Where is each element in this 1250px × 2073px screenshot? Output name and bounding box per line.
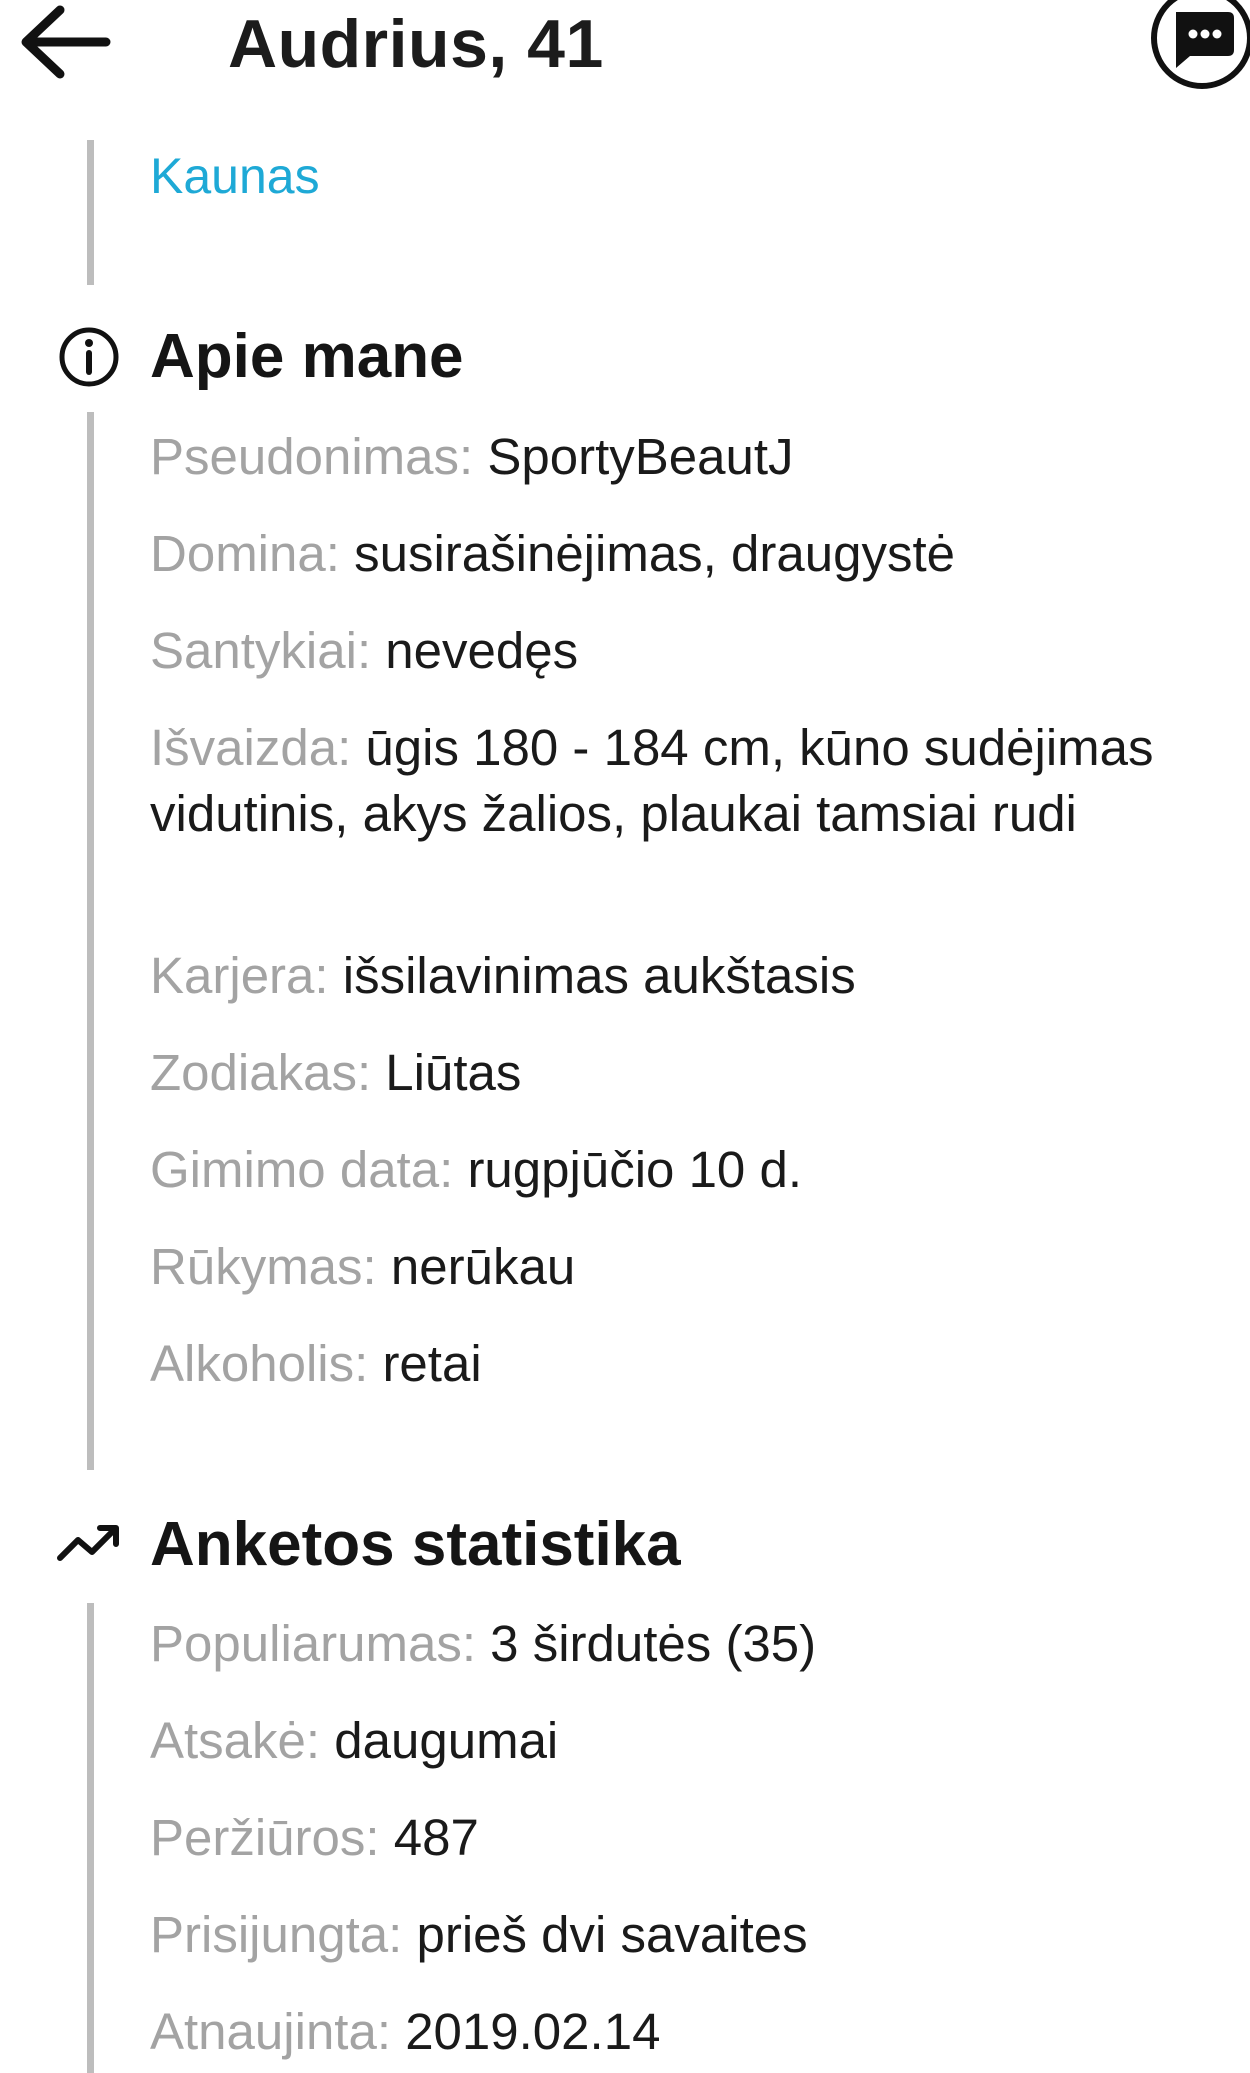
back-button[interactable]	[14, 2, 114, 82]
info-value: susirašinėjimas, draugystė	[354, 525, 955, 582]
chat-button[interactable]	[1140, 0, 1250, 100]
info-value: Liūtas	[385, 1044, 522, 1101]
info-label: Išvaizda:	[150, 719, 352, 776]
info-label: Rūkymas:	[150, 1238, 377, 1295]
timeline-line	[87, 140, 94, 285]
stat-label: Atsakė:	[150, 1712, 321, 1769]
info-label: Gimimo data:	[150, 1141, 454, 1198]
stat-value: prieš dvi savaites	[416, 1906, 808, 1963]
info-label: Domina:	[150, 525, 340, 582]
info-label: Zodiakas:	[150, 1044, 372, 1101]
info-row-smoking: Rūkymas: nerūkau	[150, 1234, 1210, 1300]
info-row-zodiac: Zodiakas: Liūtas	[150, 1040, 1210, 1106]
stat-row-last-online: Prisijungta: prieš dvi savaites	[150, 1902, 1210, 1968]
section-title: Anketos statistika	[150, 1510, 681, 1579]
page-title: Audrius, 41	[228, 6, 604, 82]
section-title: Apie mane	[150, 322, 464, 391]
stat-label: Atnaujinta:	[150, 2003, 392, 2060]
info-row-interests: Domina: susirašinėjimas, draugystė	[150, 521, 1210, 587]
stat-value: 2019.02.14	[405, 2003, 661, 2060]
info-row-pseudonym: Pseudonimas: SportyBeautJ	[150, 424, 1210, 490]
stat-label: Populiarumas:	[150, 1615, 476, 1672]
info-row-birthdate: Gimimo data: rugpjūčio 10 d.	[150, 1137, 1210, 1203]
stat-row-popularity: Populiarumas: 3 širdutės (35)	[150, 1611, 1210, 1677]
info-icon	[59, 327, 119, 387]
info-row-relationship: Santykiai: nevedęs	[150, 618, 1210, 684]
chat-bubble-icon	[1151, 0, 1250, 89]
trending-up-icon	[57, 1525, 119, 1561]
info-label: Alkoholis:	[150, 1335, 369, 1392]
app-header: Audrius, 41	[0, 0, 1250, 100]
info-value: nevedęs	[385, 622, 579, 679]
stat-row-views: Peržiūros: 487	[150, 1805, 1210, 1871]
info-value: išsilavinimas aukštasis	[342, 947, 856, 1004]
info-row-alcohol: Alkoholis: retai	[150, 1331, 1210, 1397]
info-value: retai	[382, 1335, 482, 1392]
info-value: rugpjūčio 10 d.	[467, 1141, 803, 1198]
info-value: SportyBeautJ	[487, 428, 794, 485]
stat-label: Peržiūros:	[150, 1809, 380, 1866]
stat-row-replied: Atsakė: daugumai	[150, 1708, 1210, 1774]
info-label: Karjera:	[150, 947, 329, 1004]
info-row-appearance: Išvaizda: ūgis 180 - 184 cm, kūno sudėji…	[150, 715, 1210, 847]
info-label: Pseudonimas:	[150, 428, 474, 485]
stat-value: 3 širdutės (35)	[490, 1615, 817, 1672]
stats-section-header: Anketos statistika	[0, 1500, 1250, 1590]
stat-value: 487	[393, 1809, 479, 1866]
stat-label: Prisijungta:	[150, 1906, 403, 1963]
info-value: nerūkau	[390, 1238, 576, 1295]
about-section-header: Apie mane	[0, 312, 1250, 402]
stat-value: daugumai	[334, 1712, 559, 1769]
stat-row-updated: Atnaujinta: 2019.02.14	[150, 1999, 1210, 2065]
city-link[interactable]: Kaunas	[150, 144, 320, 208]
info-row-career: Karjera: išsilavinimas aukštasis	[150, 943, 1210, 1009]
arrow-left-icon	[21, 5, 111, 79]
info-label: Santykiai:	[150, 622, 372, 679]
timeline-line	[87, 1603, 94, 2073]
timeline-line	[87, 412, 94, 1470]
